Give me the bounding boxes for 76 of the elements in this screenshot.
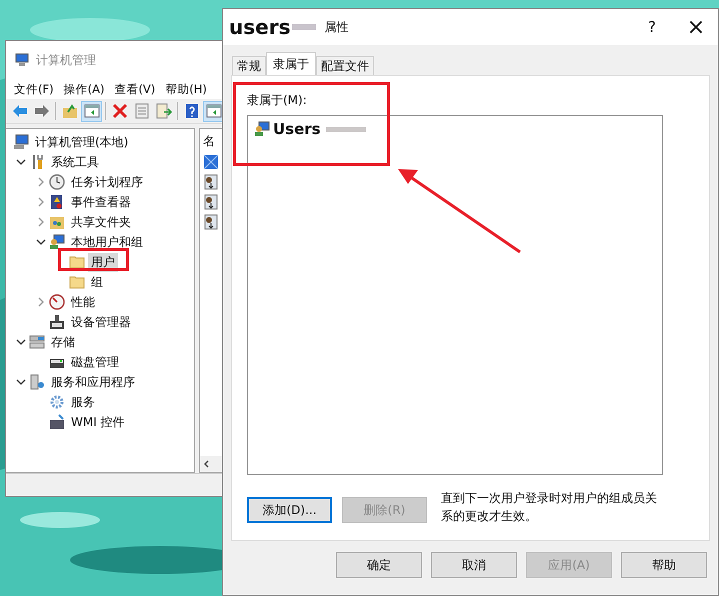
clock-icon <box>49 174 65 190</box>
menu-item[interactable]: 查看(V) <box>109 82 160 96</box>
window-title-suffix: 属性 <box>324 18 348 36</box>
dialog-button[interactable]: 帮助 <box>621 552 707 578</box>
tree-item[interactable]: 系统工具 <box>48 152 102 172</box>
redaction-mark <box>292 24 316 30</box>
members-label: 隶属于(M): <box>247 92 308 109</box>
shared-folder-icon <box>49 214 65 230</box>
pane-icon <box>84 103 100 119</box>
user-icon <box>203 194 219 210</box>
list-item[interactable]: Users <box>273 120 321 138</box>
menu-item[interactable]: 操作(A) <box>58 82 110 96</box>
pane-icon <box>206 103 222 119</box>
help-icon <box>184 103 200 119</box>
properties-icon <box>134 103 150 119</box>
device-icon <box>49 314 65 330</box>
storage-icon <box>29 334 45 350</box>
window-title: users <box>229 15 290 39</box>
user-icon <box>203 174 219 190</box>
tab[interactable]: 隶属于 <box>266 52 316 75</box>
tree-item[interactable]: 服务 <box>68 392 98 412</box>
horizontal-scrollbar[interactable] <box>200 456 222 472</box>
expand-chevron-icon[interactable] <box>36 217 46 227</box>
highlight-box <box>58 248 129 271</box>
group-icon <box>203 154 219 170</box>
dialog-button[interactable]: 确定 <box>336 552 422 578</box>
tree-item[interactable]: 磁盘管理 <box>68 352 122 372</box>
users-icon <box>254 121 270 137</box>
tree-item[interactable]: 设备管理器 <box>68 312 134 332</box>
column-header[interactable]: 名 <box>203 133 219 150</box>
tree-item[interactable]: 服务和应用程序 <box>48 372 138 392</box>
help-button[interactable]: ? <box>630 9 674 45</box>
menu-item[interactable]: 帮助(H) <box>160 82 212 96</box>
tab[interactable]: 常规 <box>232 56 266 75</box>
forward-arrow-icon <box>34 103 50 119</box>
up-folder-icon <box>62 103 78 119</box>
close-button[interactable]: × <box>674 9 718 45</box>
collapse-chevron-icon[interactable] <box>36 237 46 247</box>
expand-chevron-icon[interactable] <box>36 197 46 207</box>
server-icon <box>29 374 45 390</box>
action-button[interactable]: 添加(D)... <box>247 497 332 523</box>
tree-item[interactable]: 组 <box>88 272 106 292</box>
redaction-mark <box>326 126 366 132</box>
dialog-button[interactable]: 取消 <box>431 552 517 578</box>
expand-chevron-icon[interactable] <box>36 177 46 187</box>
computer-icon <box>13 134 29 150</box>
toolbar-button[interactable] <box>203 100 222 122</box>
delete-icon <box>112 103 128 119</box>
tree-item[interactable]: 计算机管理(本地) <box>32 132 132 152</box>
gear-icon <box>49 394 65 410</box>
collapse-chevron-icon[interactable] <box>16 377 26 387</box>
export-icon <box>156 103 172 119</box>
tree-item[interactable]: 事件查看器 <box>68 192 134 212</box>
tree-item[interactable]: 性能 <box>68 292 98 312</box>
back-arrow-icon <box>12 103 28 119</box>
tree-item[interactable]: 存储 <box>48 332 78 352</box>
tab[interactable]: 配置文件 <box>316 56 374 75</box>
window-title: 计算机管理 <box>36 52 96 68</box>
toolbox-icon <box>49 414 65 430</box>
note-text: 直到下一次用户登录时对用户的组成员关系的更改才生效。 <box>441 490 658 525</box>
expand-chevron-icon[interactable] <box>36 297 46 307</box>
collapse-chevron-icon[interactable] <box>16 337 26 347</box>
tree-item[interactable]: 共享文件夹 <box>68 212 134 232</box>
collapse-chevron-icon[interactable] <box>16 157 26 167</box>
scroll-left-icon[interactable] <box>203 460 211 468</box>
user-icon <box>203 214 219 230</box>
folder-icon <box>69 254 85 270</box>
users-icon <box>49 234 65 250</box>
gauge-icon <box>49 294 65 310</box>
tree-item[interactable]: 本地用户和组 <box>68 232 146 252</box>
toolbar-button[interactable] <box>81 100 102 122</box>
tree-item[interactable]: 任务计划程序 <box>68 172 146 192</box>
event-log-icon <box>49 194 65 210</box>
tree-item[interactable]: WMI 控件 <box>68 412 128 432</box>
computer-icon <box>14 52 30 68</box>
menu-item[interactable]: 文件(F) <box>9 82 59 96</box>
